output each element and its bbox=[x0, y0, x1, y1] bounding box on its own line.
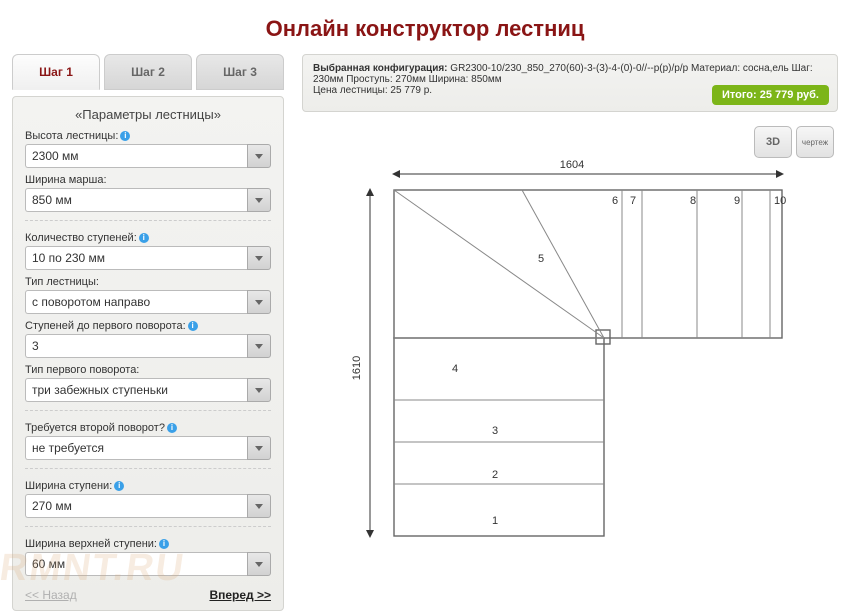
label-turn2: Требуется второй поворот? i bbox=[25, 422, 271, 434]
info-icon[interactable]: i bbox=[188, 321, 198, 331]
chevron-down-icon[interactable] bbox=[247, 290, 271, 314]
svg-text:10: 10 bbox=[774, 195, 786, 207]
drawing-area: 3D чертеж 1604 1610 bbox=[302, 126, 838, 611]
sidebar: Шаг 1 Шаг 2 Шаг 3 «Параметры лестницы» В… bbox=[12, 54, 284, 611]
select-type-value: с поворотом направо bbox=[25, 290, 247, 314]
nav-back[interactable]: << Назад bbox=[25, 588, 77, 602]
select-tread-value: 270 мм bbox=[25, 494, 247, 518]
svg-text:8: 8 bbox=[690, 195, 696, 207]
info-icon[interactable]: i bbox=[159, 539, 169, 549]
label-type-text: Тип лестницы: bbox=[25, 276, 99, 288]
select-height[interactable]: 2300 мм bbox=[25, 144, 271, 168]
select-steps-value: 10 по 230 мм bbox=[25, 246, 247, 270]
label-width-text: Ширина марша: bbox=[25, 174, 107, 186]
select-tread[interactable]: 270 мм bbox=[25, 494, 271, 518]
svg-text:2: 2 bbox=[492, 469, 498, 481]
select-before-value: 3 bbox=[25, 334, 247, 358]
select-width-value: 850 мм bbox=[25, 188, 247, 212]
label-top-text: Ширина верхней ступени: bbox=[25, 538, 157, 550]
tab-step-2[interactable]: Шаг 2 bbox=[104, 54, 192, 90]
tab-step-3[interactable]: Шаг 3 bbox=[196, 54, 284, 90]
info-icon[interactable]: i bbox=[120, 131, 130, 141]
chevron-down-icon[interactable] bbox=[247, 188, 271, 212]
label-type: Тип лестницы: bbox=[25, 276, 271, 288]
step-tabs: Шаг 1 Шаг 2 Шаг 3 bbox=[12, 54, 284, 90]
label-turn2-text: Требуется второй поворот? bbox=[25, 422, 165, 434]
page-title: Онлайн конструктор лестниц bbox=[0, 0, 850, 54]
chevron-down-icon[interactable] bbox=[247, 144, 271, 168]
svg-text:7: 7 bbox=[630, 195, 636, 207]
config-summary: Выбранная конфигурация: GR2300-10/230_85… bbox=[302, 54, 838, 112]
svg-text:5: 5 bbox=[538, 253, 544, 265]
chevron-down-icon[interactable] bbox=[247, 494, 271, 518]
info-icon[interactable]: i bbox=[139, 233, 149, 243]
panel-title: «Параметры лестницы» bbox=[25, 107, 271, 122]
select-type[interactable]: с поворотом направо bbox=[25, 290, 271, 314]
config-price: Цена лестницы: 25 779 р. bbox=[313, 85, 432, 96]
svg-text:4: 4 bbox=[452, 363, 458, 375]
svg-text:1: 1 bbox=[492, 515, 498, 527]
main-area: Выбранная конфигурация: GR2300-10/230_85… bbox=[302, 54, 838, 611]
label-top: Ширина верхней ступени: i bbox=[25, 538, 271, 550]
select-steps[interactable]: 10 по 230 мм bbox=[25, 246, 271, 270]
label-turn1: Тип первого поворота: bbox=[25, 364, 271, 376]
info-icon[interactable]: i bbox=[167, 423, 177, 433]
select-turn2[interactable]: не требуется bbox=[25, 436, 271, 460]
label-width: Ширина марша: bbox=[25, 174, 271, 186]
label-height: Высота лестницы: i bbox=[25, 130, 271, 142]
label-steps-text: Количество ступеней: bbox=[25, 232, 137, 244]
select-top-value: 60 мм bbox=[25, 552, 247, 576]
chevron-down-icon[interactable] bbox=[247, 552, 271, 576]
svg-text:3: 3 bbox=[492, 425, 498, 437]
select-turn2-value: не требуется bbox=[25, 436, 247, 460]
nav-forward[interactable]: Вперед >> bbox=[209, 588, 271, 602]
chevron-down-icon[interactable] bbox=[247, 246, 271, 270]
dim-height: 1610 bbox=[351, 356, 363, 380]
label-before: Ступеней до первого поворота: i bbox=[25, 320, 271, 332]
config-label: Выбранная конфигурация: bbox=[313, 63, 448, 74]
svg-text:6: 6 bbox=[612, 195, 618, 207]
label-before-text: Ступеней до первого поворота: bbox=[25, 320, 186, 332]
select-turn1[interactable]: три забежных ступеньки bbox=[25, 378, 271, 402]
label-turn1-text: Тип первого поворота: bbox=[25, 364, 139, 376]
label-steps: Количество ступеней: i bbox=[25, 232, 271, 244]
stair-drawing: 1604 1610 bbox=[302, 132, 822, 552]
select-width[interactable]: 850 мм bbox=[25, 188, 271, 212]
total-badge: Итого: 25 779 руб. bbox=[712, 85, 829, 105]
chevron-down-icon[interactable] bbox=[247, 436, 271, 460]
chevron-down-icon[interactable] bbox=[247, 334, 271, 358]
params-panel: «Параметры лестницы» Высота лестницы: i … bbox=[12, 96, 284, 611]
select-before[interactable]: 3 bbox=[25, 334, 271, 358]
info-icon[interactable]: i bbox=[114, 481, 124, 491]
select-turn1-value: три забежных ступеньки bbox=[25, 378, 247, 402]
label-height-text: Высота лестницы: bbox=[25, 130, 118, 142]
label-tread-text: Ширина ступени: bbox=[25, 480, 112, 492]
tab-step-1[interactable]: Шаг 1 bbox=[12, 54, 100, 90]
select-height-value: 2300 мм bbox=[25, 144, 247, 168]
svg-text:9: 9 bbox=[734, 195, 740, 207]
dim-width: 1604 bbox=[560, 159, 584, 171]
label-tread: Ширина ступени: i bbox=[25, 480, 271, 492]
select-top[interactable]: 60 мм bbox=[25, 552, 271, 576]
chevron-down-icon[interactable] bbox=[247, 378, 271, 402]
